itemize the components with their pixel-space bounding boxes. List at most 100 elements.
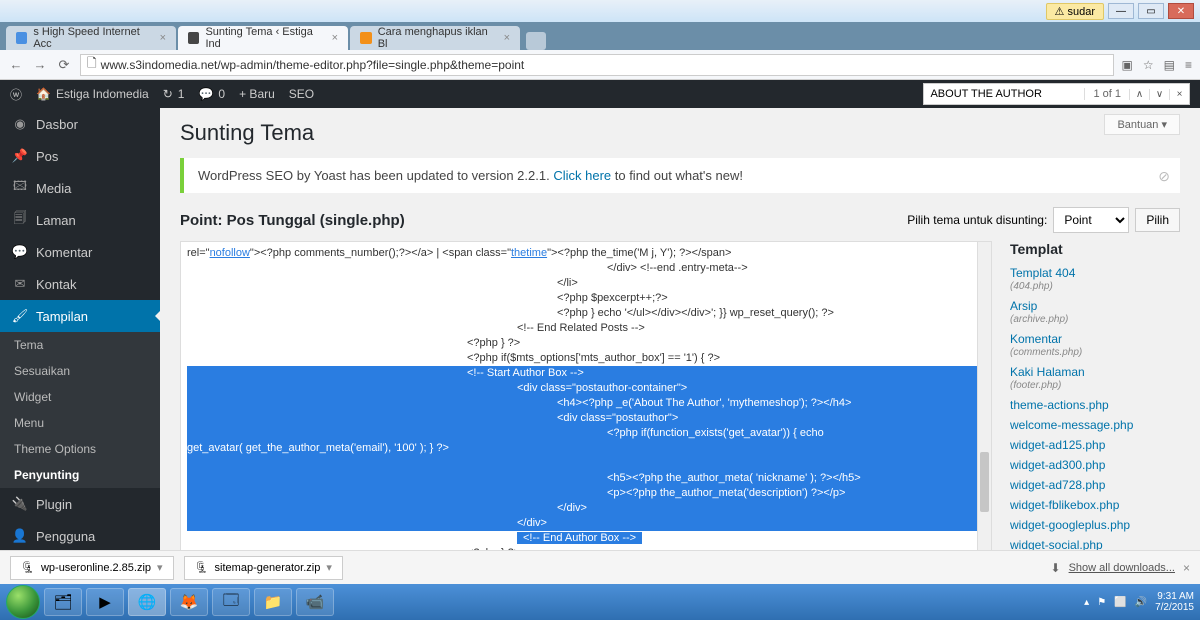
browser-tab[interactable]: s High Speed Internet Acc× bbox=[6, 26, 176, 50]
tray-flag-icon[interactable]: ⚑ bbox=[1097, 597, 1106, 608]
tray-expand-icon[interactable]: ▴ bbox=[1084, 597, 1089, 608]
find-count: 1 of 1 bbox=[1084, 88, 1129, 100]
taskbar-app-icon[interactable]: 🗔 bbox=[212, 588, 250, 616]
window-maximize[interactable]: ▭ bbox=[1138, 3, 1164, 19]
taskbar-explorer-icon[interactable]: 🗂 bbox=[44, 588, 82, 616]
wp-admin-bar: ⓦ 🏠 Estiga Indomedia ↻ 1 💬 0 + Baru SEO … bbox=[0, 80, 1200, 108]
menu-icon[interactable]: ≡ bbox=[1185, 58, 1192, 72]
new-content-link[interactable]: + Baru bbox=[239, 87, 275, 101]
template-filename: (404.php) bbox=[1010, 281, 1180, 292]
taskbar-folder-icon[interactable]: 📁 bbox=[254, 588, 292, 616]
notice-link[interactable]: Click here bbox=[553, 168, 611, 183]
window-minimize[interactable]: — bbox=[1108, 3, 1134, 19]
template-link[interactable]: Komentar bbox=[1010, 329, 1180, 349]
back-button[interactable]: ← bbox=[8, 57, 24, 73]
template-link[interactable]: widget-fblikebox.php bbox=[1010, 495, 1180, 515]
template-link[interactable]: widget-ad728.php bbox=[1010, 475, 1180, 495]
download-arrow-icon: ⬇ bbox=[1051, 561, 1061, 575]
submenu-widgets[interactable]: Widget bbox=[0, 384, 160, 410]
find-prev-button[interactable]: ∧ bbox=[1129, 89, 1149, 100]
submenu-editor[interactable]: Penyunting bbox=[0, 462, 160, 488]
zip-icon: 🗜 bbox=[21, 561, 35, 574]
taskbar-firefox-icon[interactable]: 🦊 bbox=[170, 588, 208, 616]
help-tab[interactable]: Bantuan ▾ bbox=[1104, 114, 1180, 135]
template-link[interactable]: Templat 404 bbox=[1010, 263, 1180, 283]
star-icon[interactable]: ☆ bbox=[1143, 58, 1154, 72]
browser-tab[interactable]: Cara menghapus iklan Bl× bbox=[350, 26, 520, 50]
page-icon: 🗐 bbox=[12, 212, 28, 228]
sidebar-item-appearance[interactable]: 🖌Tampilan bbox=[0, 300, 160, 332]
template-list: Templat Templat 404 (404.php) Arsip (arc… bbox=[1010, 241, 1180, 550]
taskbar-camera-icon[interactable]: 📹 bbox=[296, 588, 334, 616]
extension-icon[interactable]: ▤ bbox=[1164, 58, 1175, 72]
find-input[interactable] bbox=[924, 84, 1084, 104]
close-tab-icon[interactable]: × bbox=[332, 32, 338, 44]
template-link[interactable]: widget-googleplus.php bbox=[1010, 515, 1180, 535]
forward-button[interactable]: → bbox=[32, 57, 48, 73]
sidebar-item-media[interactable]: 🖾Media bbox=[0, 172, 160, 204]
brush-icon: 🖌 bbox=[12, 308, 28, 324]
find-next-button[interactable]: ∨ bbox=[1149, 89, 1169, 100]
close-downloads-bar[interactable]: × bbox=[1183, 561, 1190, 575]
system-clock[interactable]: 9:31 AM 7/2/2015 bbox=[1155, 591, 1194, 613]
tray-volume-icon[interactable]: 🔊 bbox=[1135, 597, 1147, 608]
templates-heading: Templat bbox=[1010, 241, 1180, 257]
close-tab-icon[interactable]: × bbox=[160, 32, 166, 44]
seo-link[interactable]: SEO bbox=[289, 87, 314, 101]
close-tab-icon[interactable]: × bbox=[504, 32, 510, 44]
select-theme-button[interactable]: Pilih bbox=[1135, 208, 1180, 232]
update-notice: WordPress SEO by Yoast has been updated … bbox=[180, 158, 1180, 193]
sidebar-item-plugins[interactable]: 🔌Plugin bbox=[0, 488, 160, 520]
sidebar-item-pages[interactable]: 🗐Laman bbox=[0, 204, 160, 236]
pin-icon: 📌 bbox=[12, 148, 28, 164]
window-close[interactable]: ✕ bbox=[1168, 3, 1194, 19]
template-link[interactable]: welcome-message.php bbox=[1010, 415, 1180, 435]
theme-select[interactable]: Point bbox=[1053, 207, 1129, 233]
template-link[interactable]: Arsip bbox=[1010, 296, 1180, 316]
wp-logo-icon[interactable]: ⓦ bbox=[10, 86, 22, 103]
show-all-downloads-link[interactable]: Show all downloads... bbox=[1069, 562, 1175, 574]
scrollbar-thumb[interactable] bbox=[980, 452, 989, 512]
download-chip[interactable]: 🗜wp-useronline.2.85.zip ▾ bbox=[10, 556, 174, 580]
template-link[interactable]: widget-ad300.php bbox=[1010, 455, 1180, 475]
favicon-icon bbox=[360, 32, 372, 44]
plug-icon: 🔌 bbox=[12, 496, 28, 512]
mail-icon: ✉ bbox=[12, 276, 28, 292]
template-link[interactable]: theme-actions.php bbox=[1010, 395, 1180, 415]
find-close-button[interactable]: × bbox=[1169, 89, 1189, 100]
browser-tab[interactable]: Sunting Tema ‹ Estiga Ind× bbox=[178, 26, 348, 50]
system-tray[interactable]: ▴ ⚑ ⬜ 🔊 9:31 AM 7/2/2015 bbox=[1084, 591, 1194, 613]
comments-link[interactable]: 💬 0 bbox=[198, 87, 225, 101]
dismiss-notice-icon[interactable]: ⊘ bbox=[1158, 168, 1170, 185]
taskbar-chrome-icon[interactable]: 🌐 bbox=[128, 588, 166, 616]
submenu-customize[interactable]: Sesuaikan bbox=[0, 358, 160, 384]
browser-tabstrip: s High Speed Internet Acc× Sunting Tema … bbox=[0, 22, 1200, 50]
submenu-menus[interactable]: Menu bbox=[0, 410, 160, 436]
new-tab-button[interactable] bbox=[526, 32, 546, 50]
sidebar-item-dashboard[interactable]: ◉Dasbor bbox=[0, 108, 160, 140]
template-link[interactable]: widget-ad125.php bbox=[1010, 435, 1180, 455]
windows-user-badge: ⚠ sudar bbox=[1046, 3, 1104, 20]
sidebar-item-comments[interactable]: 💬Komentar bbox=[0, 236, 160, 268]
submenu-themes[interactable]: Tema bbox=[0, 332, 160, 358]
tray-network-icon[interactable]: ⬜ bbox=[1114, 597, 1126, 608]
reload-button[interactable]: ⟳ bbox=[56, 57, 72, 73]
sidebar-item-posts[interactable]: 📌Pos bbox=[0, 140, 160, 172]
submenu-theme-options[interactable]: Theme Options bbox=[0, 436, 160, 462]
taskbar-media-icon[interactable]: ▶ bbox=[86, 588, 124, 616]
template-link[interactable]: Kaki Halaman bbox=[1010, 362, 1180, 382]
sidebar-item-contact[interactable]: ✉Kontak bbox=[0, 268, 160, 300]
site-name-link[interactable]: 🏠 Estiga Indomedia bbox=[36, 87, 149, 101]
sidebar-item-users[interactable]: 👤Pengguna bbox=[0, 520, 160, 550]
template-link[interactable]: widget-social.php bbox=[1010, 535, 1180, 550]
idm-icon[interactable]: ▣ bbox=[1122, 58, 1133, 72]
download-chip[interactable]: 🗜sitemap-generator.zip ▾ bbox=[184, 556, 343, 580]
code-editor[interactable]: rel="nofollow"><?php comments_number();?… bbox=[180, 241, 992, 550]
scrollbar[interactable] bbox=[977, 242, 991, 550]
windows-taskbar: 🗂 ▶ 🌐 🦊 🗔 📁 📹 ▴ ⚑ ⬜ 🔊 9:31 AM 7/2/2015 bbox=[0, 584, 1200, 620]
page-title: Sunting Tema bbox=[180, 120, 1180, 146]
address-bar[interactable]: 🗋 www.s3indomedia.net/wp-admin/theme-edi… bbox=[80, 54, 1114, 76]
updates-link[interactable]: ↻ 1 bbox=[163, 87, 185, 101]
zip-icon: 🗜 bbox=[195, 561, 209, 574]
start-button[interactable] bbox=[6, 585, 40, 619]
